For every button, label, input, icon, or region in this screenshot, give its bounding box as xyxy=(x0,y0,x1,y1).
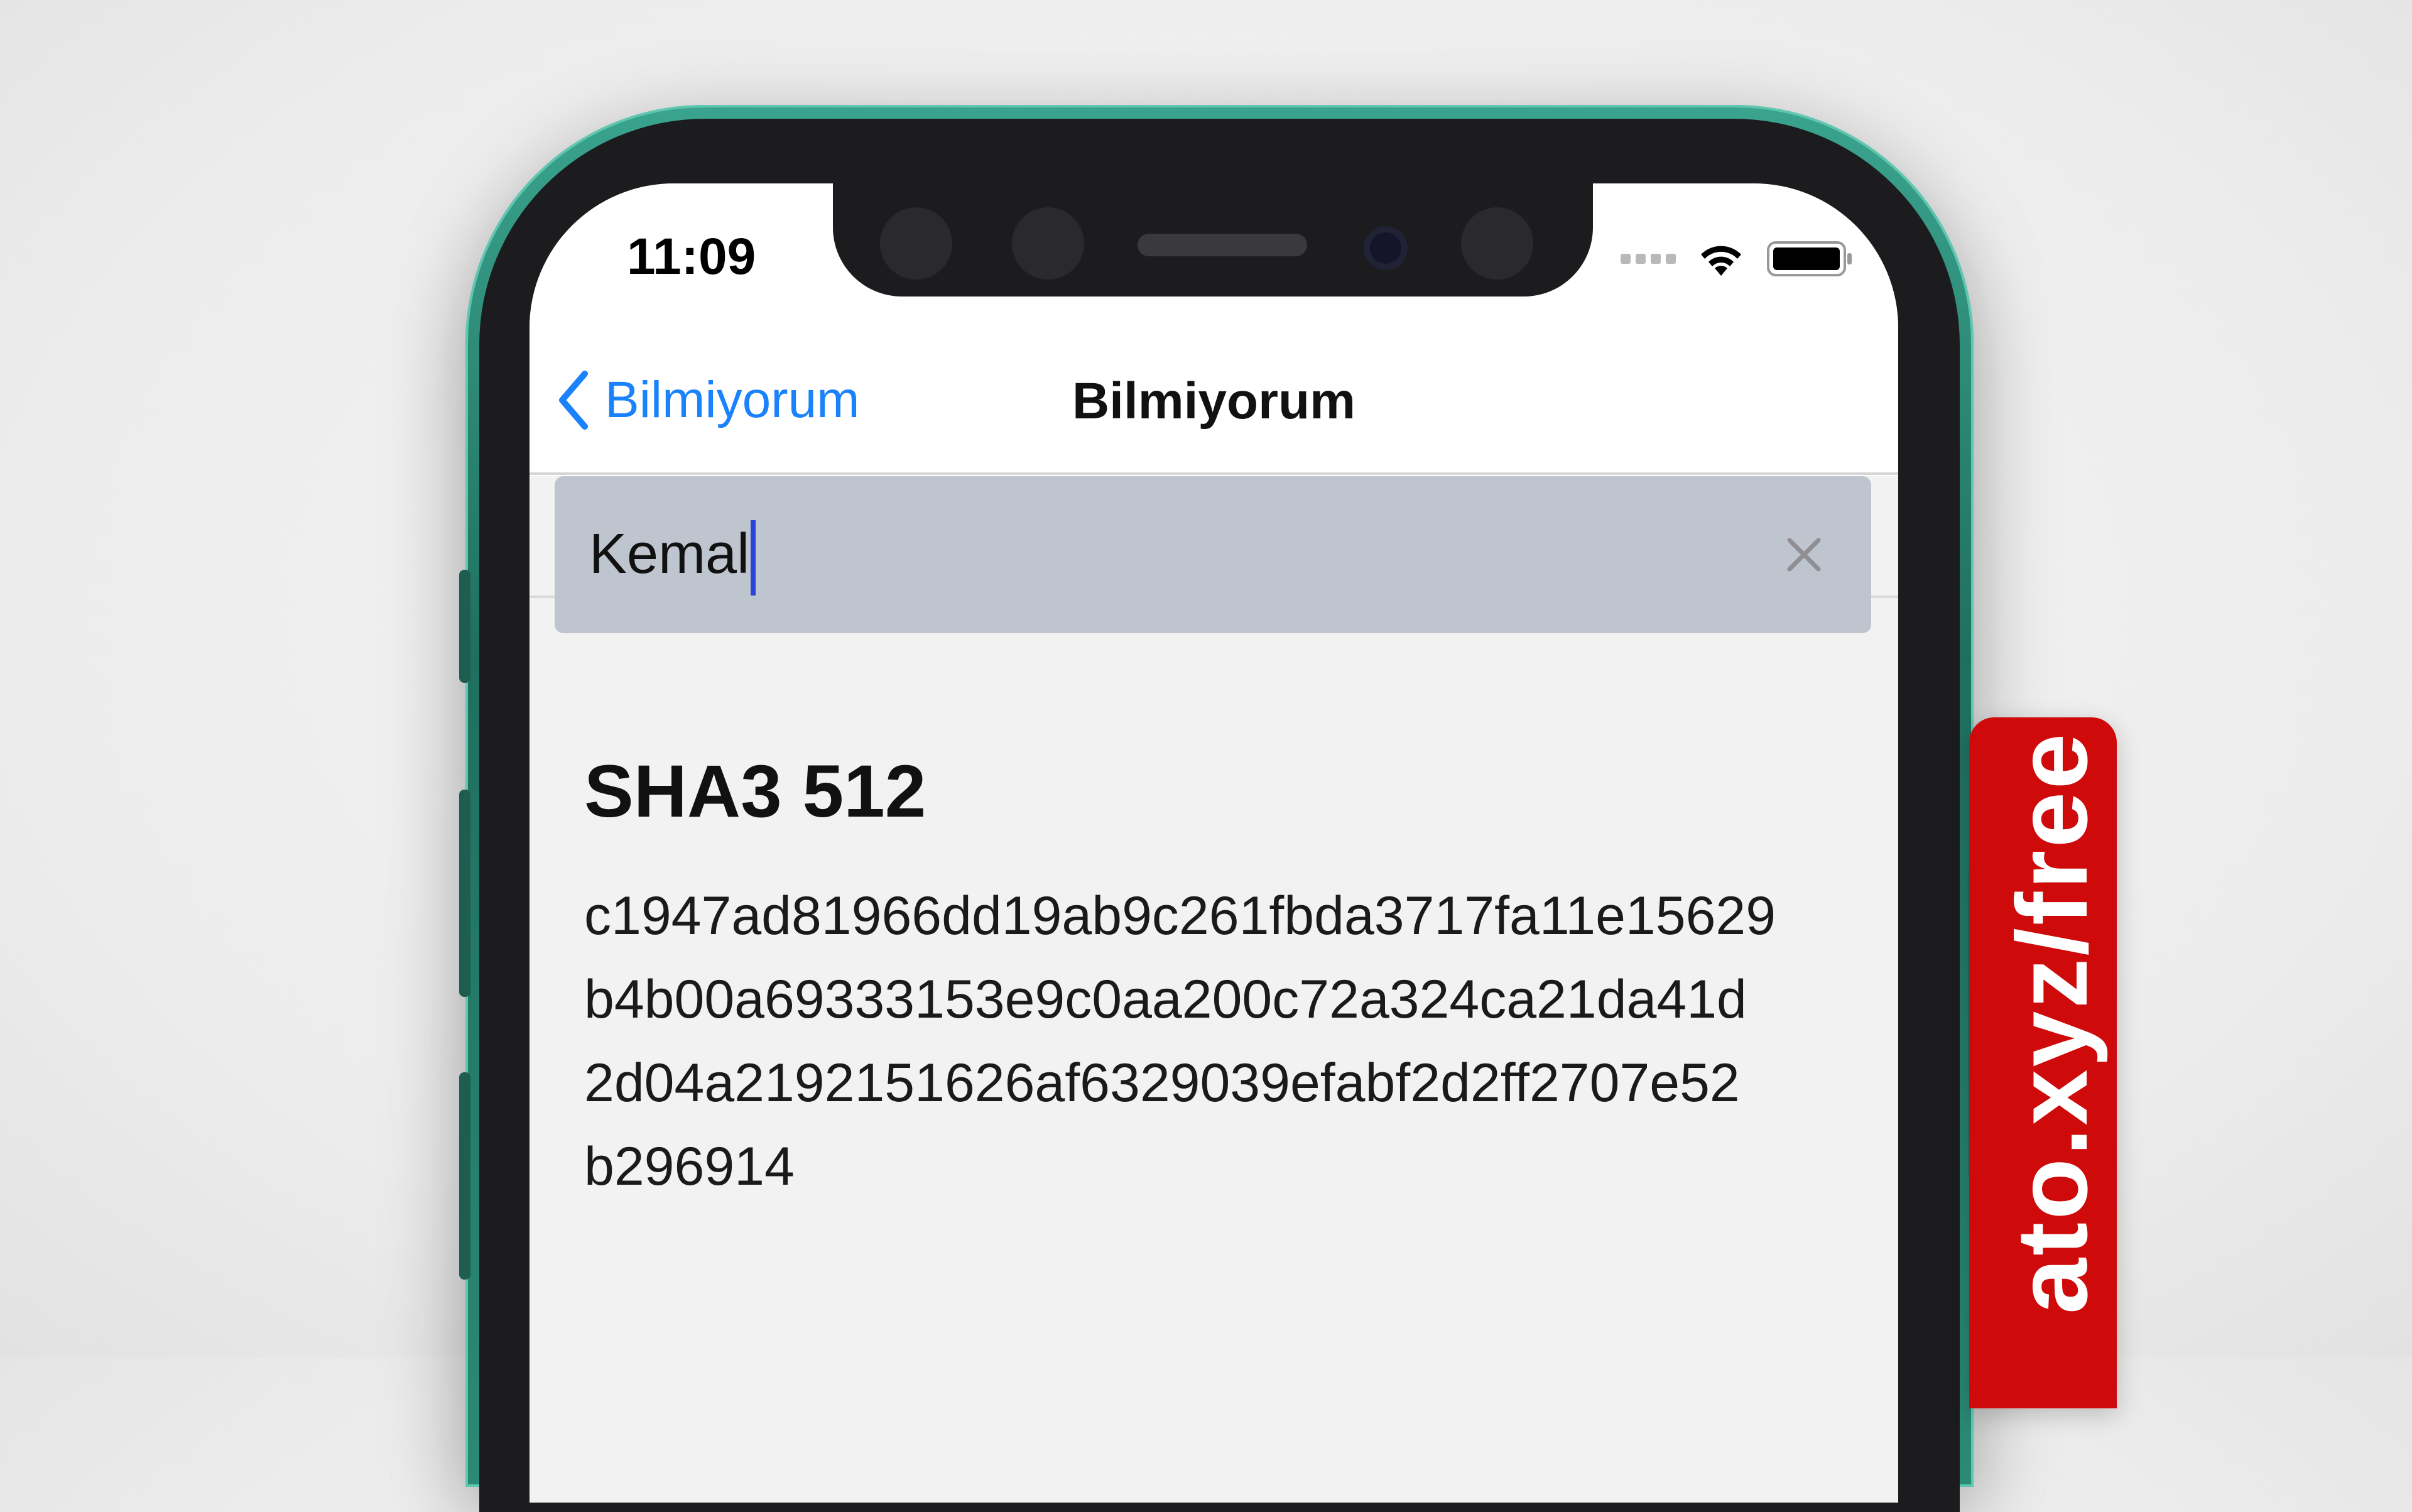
sensor-icon xyxy=(1461,207,1533,280)
hash-line: b296914 xyxy=(584,1136,795,1197)
phone-side-button xyxy=(459,570,470,683)
notch xyxy=(833,183,1593,296)
status-time: 11:09 xyxy=(627,228,756,285)
phone-mockup: 11:09 Bilmiyorum Bilmiyorum Kemal SHA3 5… xyxy=(459,105,1980,1512)
input-text: Kemal xyxy=(589,522,750,585)
phone-side-button xyxy=(459,1072,470,1280)
text-caret xyxy=(751,520,756,596)
hash-algorithm-title: SHA3 512 xyxy=(584,750,926,833)
text-input-field[interactable]: Kemal xyxy=(555,476,1871,633)
front-camera-icon xyxy=(1364,226,1408,270)
wifi-icon xyxy=(1701,246,1741,276)
sensor-icon xyxy=(880,207,952,280)
hash-output: c1947ad81966dd19ab9c261fbda3717fa11e1562… xyxy=(584,874,1866,1209)
sensor-icon xyxy=(1012,207,1084,280)
hash-line: c1947ad81966dd19ab9c261fbda3717fa11e1562… xyxy=(584,886,1776,946)
promo-ribbon-text: ato.xyz/free xyxy=(1996,731,2108,1314)
phone-screen: 11:09 Bilmiyorum Bilmiyorum Kemal SHA3 5… xyxy=(530,183,1898,1503)
hash-line: b4b00a69333153e9c0aa200c72a324ca21da41d xyxy=(584,969,1747,1030)
page-title: Bilmiyorum xyxy=(1072,373,1356,430)
promo-ribbon[interactable]: ato.xyz/free xyxy=(1969,717,2117,1408)
navigation-bar: Bilmiyorum Bilmiyorum xyxy=(530,309,1898,475)
phone-side-button xyxy=(459,790,470,997)
battery-icon xyxy=(1767,241,1852,276)
cellular-signal-icon xyxy=(1621,254,1676,264)
speaker-grille xyxy=(1138,234,1307,256)
hash-line: 2d04a2192151626af6329039efabf2d2ff2707e5… xyxy=(584,1053,1740,1113)
input-value: Kemal xyxy=(589,520,756,596)
search-container: Kemal xyxy=(530,476,1898,633)
status-icons xyxy=(1621,237,1854,281)
clear-icon[interactable] xyxy=(1782,533,1826,577)
